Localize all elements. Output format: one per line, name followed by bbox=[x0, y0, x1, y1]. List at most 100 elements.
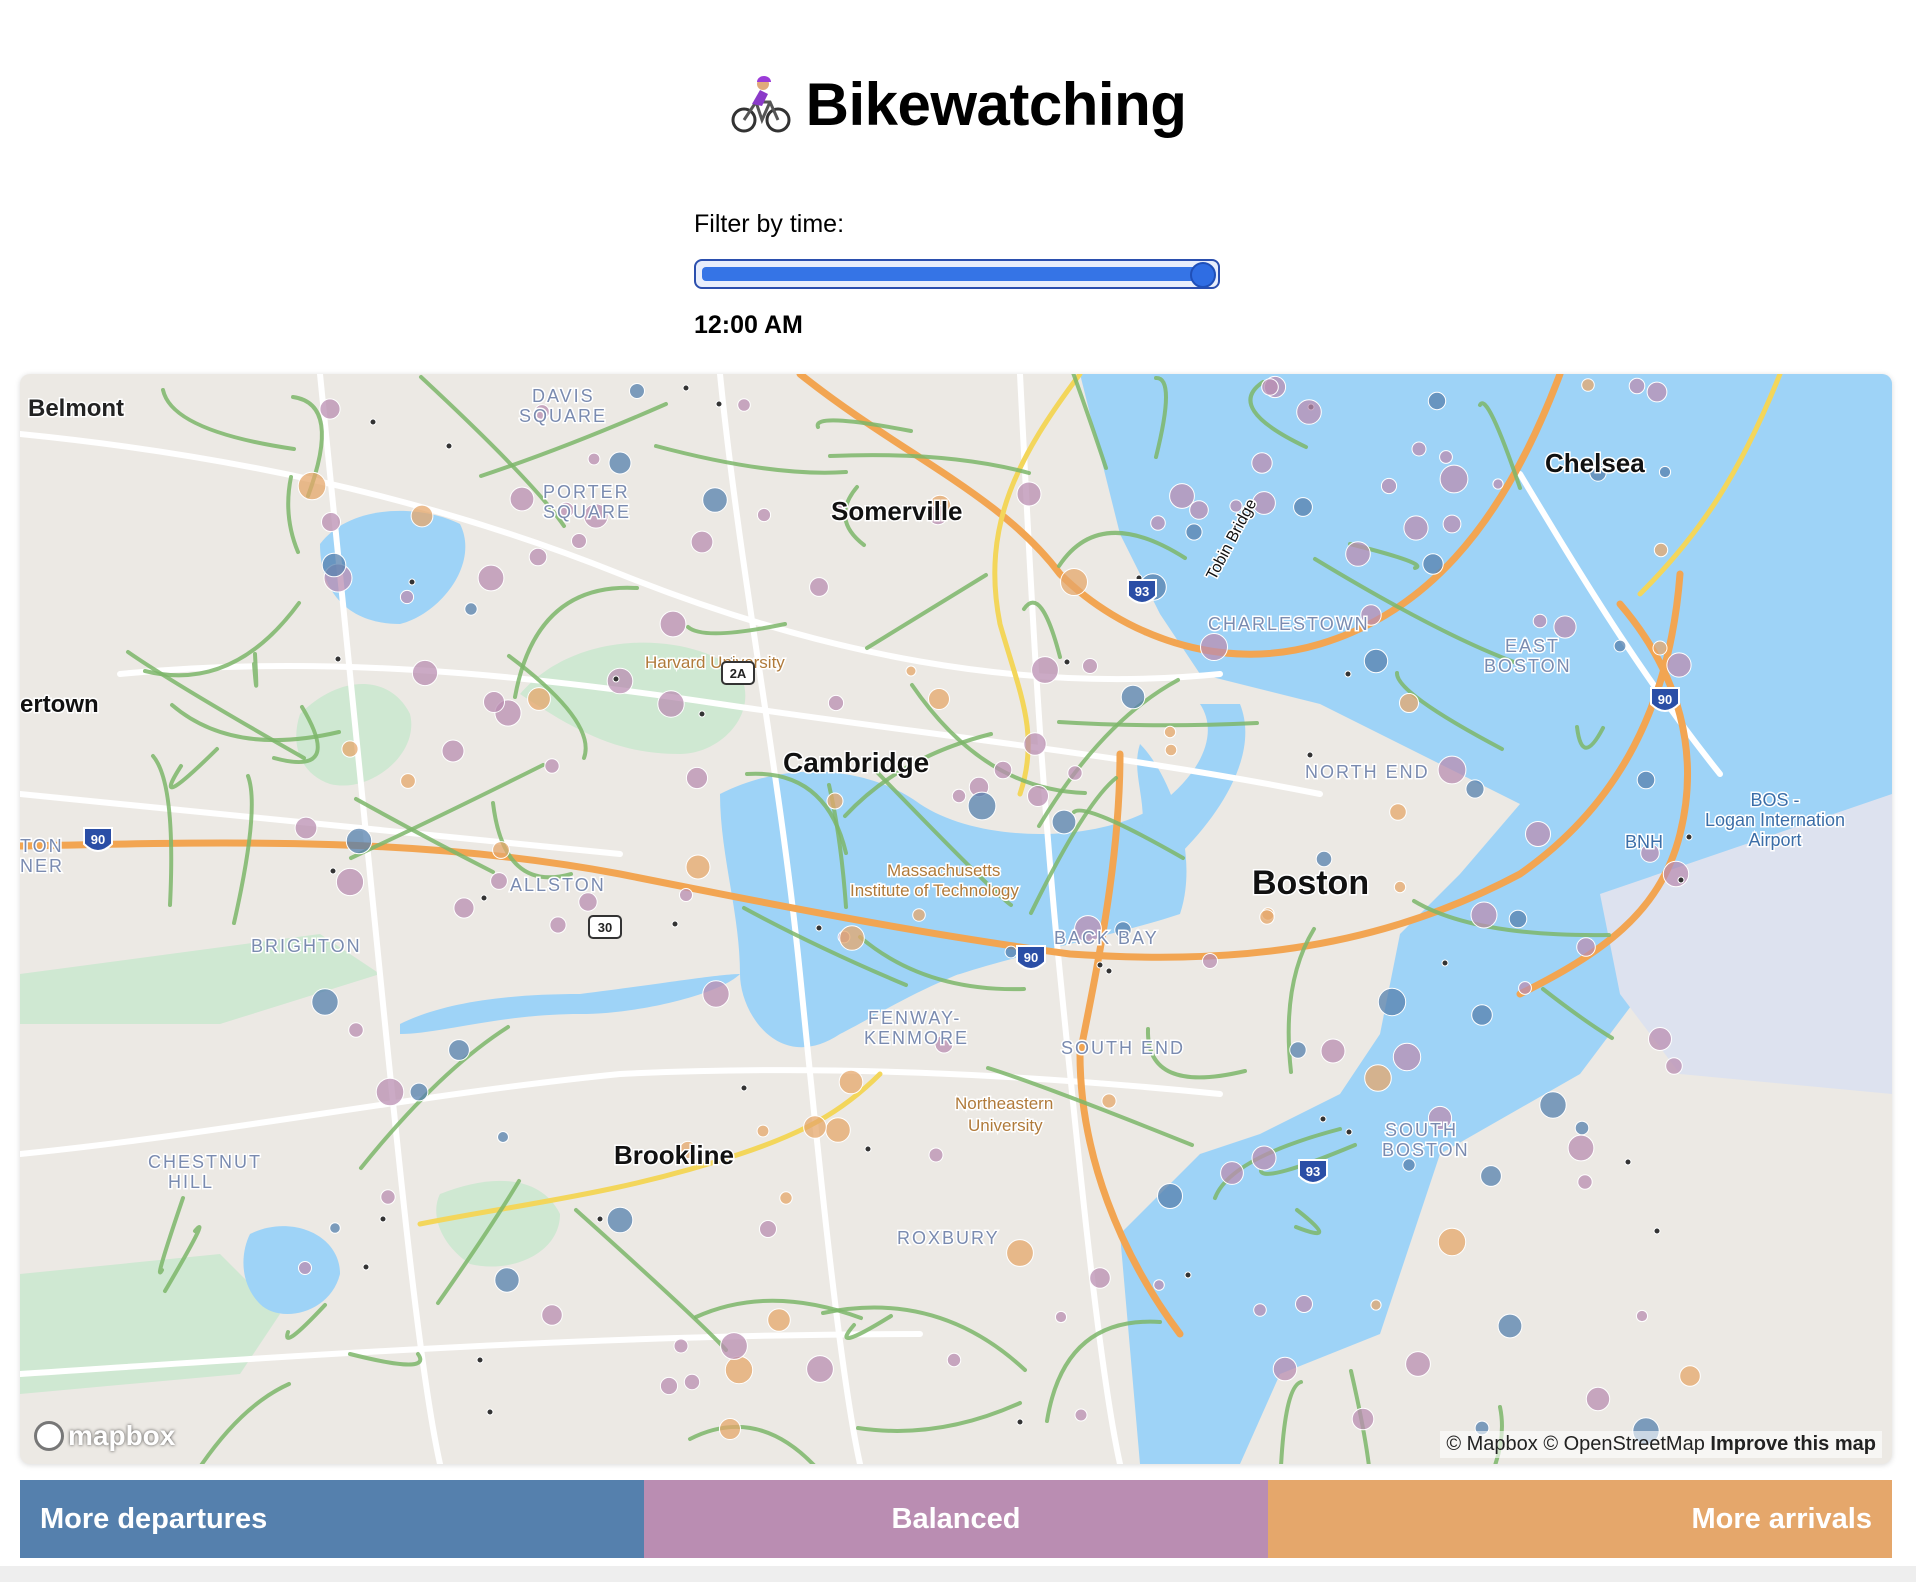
station-marker[interactable] bbox=[379, 1215, 387, 1223]
station-marker[interactable] bbox=[1576, 937, 1596, 957]
station-marker[interactable] bbox=[369, 418, 377, 426]
station-marker[interactable] bbox=[329, 1222, 341, 1234]
station-marker[interactable] bbox=[1006, 1239, 1034, 1267]
station-marker[interactable] bbox=[408, 578, 416, 586]
station-marker[interactable] bbox=[1319, 1115, 1327, 1123]
station-marker[interactable] bbox=[571, 533, 587, 549]
station-marker[interactable] bbox=[1153, 1279, 1165, 1291]
station-marker[interactable] bbox=[1163, 725, 1177, 739]
station-marker[interactable] bbox=[321, 512, 341, 532]
station-marker[interactable] bbox=[825, 1117, 851, 1143]
improve-map-link[interactable]: Improve this map bbox=[1710, 1433, 1876, 1455]
station-marker[interactable] bbox=[993, 760, 1013, 780]
station-marker[interactable] bbox=[1259, 909, 1275, 925]
station-marker[interactable] bbox=[1016, 1418, 1024, 1426]
station-marker[interactable] bbox=[544, 758, 560, 774]
station-marker[interactable] bbox=[1251, 1145, 1277, 1171]
attribution-text[interactable]: © Mapbox © OpenStreetMap bbox=[1446, 1433, 1705, 1455]
station-marker[interactable] bbox=[1480, 1165, 1502, 1187]
station-marker[interactable] bbox=[1023, 732, 1047, 756]
station-marker[interactable] bbox=[1471, 1004, 1493, 1026]
station-marker[interactable] bbox=[410, 504, 434, 528]
station-marker[interactable] bbox=[659, 610, 687, 638]
station-marker[interactable] bbox=[319, 398, 341, 420]
station-marker[interactable] bbox=[698, 710, 706, 718]
station-marker[interactable] bbox=[1399, 693, 1419, 713]
station-marker[interactable] bbox=[1653, 542, 1669, 558]
station-marker[interactable] bbox=[380, 1189, 396, 1205]
station-marker[interactable] bbox=[1465, 779, 1485, 799]
station-marker[interactable] bbox=[1392, 1042, 1422, 1072]
station-marker[interactable] bbox=[1679, 1365, 1701, 1387]
station-marker[interactable] bbox=[1370, 1299, 1382, 1311]
station-marker[interactable] bbox=[720, 1332, 748, 1360]
station-marker[interactable] bbox=[497, 1131, 509, 1143]
station-marker[interactable] bbox=[1658, 465, 1672, 479]
station-marker[interactable] bbox=[1508, 909, 1528, 929]
station-marker[interactable] bbox=[702, 980, 730, 1008]
station-marker[interactable] bbox=[928, 1147, 944, 1163]
station-marker[interactable] bbox=[659, 1376, 679, 1396]
station-marker[interactable] bbox=[476, 1356, 484, 1364]
station-marker[interactable] bbox=[685, 766, 709, 790]
station-marker[interactable] bbox=[1101, 1093, 1117, 1109]
station-marker[interactable] bbox=[1539, 1091, 1567, 1119]
station-marker[interactable] bbox=[1653, 1227, 1661, 1235]
station-marker[interactable] bbox=[1089, 1267, 1111, 1289]
station-marker[interactable] bbox=[490, 872, 508, 890]
station-marker[interactable] bbox=[298, 1261, 312, 1275]
station-marker[interactable] bbox=[345, 827, 373, 855]
time-slider[interactable] bbox=[694, 259, 1220, 289]
station-marker[interactable] bbox=[1402, 1158, 1416, 1172]
station-marker[interactable] bbox=[951, 788, 967, 804]
station-marker[interactable] bbox=[596, 1215, 604, 1223]
station-marker[interactable] bbox=[702, 487, 728, 513]
station-marker[interactable] bbox=[399, 589, 415, 605]
station-marker[interactable] bbox=[1253, 1303, 1267, 1317]
station-marker[interactable] bbox=[1685, 833, 1693, 841]
station-marker[interactable] bbox=[1067, 765, 1083, 781]
station-marker[interactable] bbox=[375, 1077, 405, 1107]
station-marker[interactable] bbox=[827, 694, 845, 712]
station-marker[interactable] bbox=[409, 1082, 429, 1102]
station-marker[interactable] bbox=[578, 892, 598, 912]
station-marker[interactable] bbox=[411, 659, 439, 687]
map-canvas[interactable]: Belmont DAVISSQUAREPORTERSQUARE Somerville… bbox=[20, 374, 1892, 1464]
station-marker[interactable] bbox=[839, 925, 865, 951]
station-marker[interactable] bbox=[1677, 876, 1685, 884]
station-marker[interactable] bbox=[1027, 785, 1049, 807]
station-marker[interactable] bbox=[1497, 1313, 1523, 1339]
station-marker[interactable] bbox=[1411, 441, 1427, 457]
station-marker[interactable] bbox=[737, 398, 751, 412]
station-marker[interactable] bbox=[362, 1263, 370, 1271]
station-marker[interactable] bbox=[606, 667, 634, 695]
station-marker[interactable] bbox=[1585, 1386, 1611, 1412]
station-marker[interactable] bbox=[1662, 860, 1690, 888]
station-marker[interactable] bbox=[527, 687, 551, 711]
station-marker[interactable] bbox=[1437, 1227, 1467, 1257]
station-marker[interactable] bbox=[767, 1308, 791, 1332]
station-marker[interactable] bbox=[509, 486, 535, 512]
station-marker[interactable] bbox=[1380, 477, 1398, 495]
station-marker[interactable] bbox=[671, 920, 679, 928]
station-marker[interactable] bbox=[608, 451, 632, 475]
station-marker[interactable] bbox=[1169, 483, 1195, 509]
station-marker[interactable] bbox=[1364, 1064, 1392, 1092]
station-marker[interactable] bbox=[1613, 639, 1627, 653]
station-marker[interactable] bbox=[1051, 809, 1077, 835]
station-marker[interactable] bbox=[1405, 1351, 1431, 1377]
station-marker[interactable] bbox=[1403, 515, 1429, 541]
station-marker[interactable] bbox=[673, 1338, 689, 1354]
station-marker[interactable] bbox=[1427, 391, 1447, 411]
station-marker[interactable] bbox=[1422, 553, 1444, 575]
station-marker[interactable] bbox=[864, 1145, 872, 1153]
station-marker[interactable] bbox=[1665, 1057, 1683, 1075]
station-marker[interactable] bbox=[1389, 803, 1407, 821]
station-marker[interactable] bbox=[1016, 481, 1042, 507]
station-marker[interactable] bbox=[341, 740, 359, 758]
station-marker[interactable] bbox=[1525, 821, 1551, 847]
station-marker[interactable] bbox=[335, 867, 365, 897]
station-marker[interactable] bbox=[1345, 1128, 1353, 1136]
station-marker[interactable] bbox=[492, 841, 510, 859]
station-marker[interactable] bbox=[1295, 1295, 1313, 1313]
